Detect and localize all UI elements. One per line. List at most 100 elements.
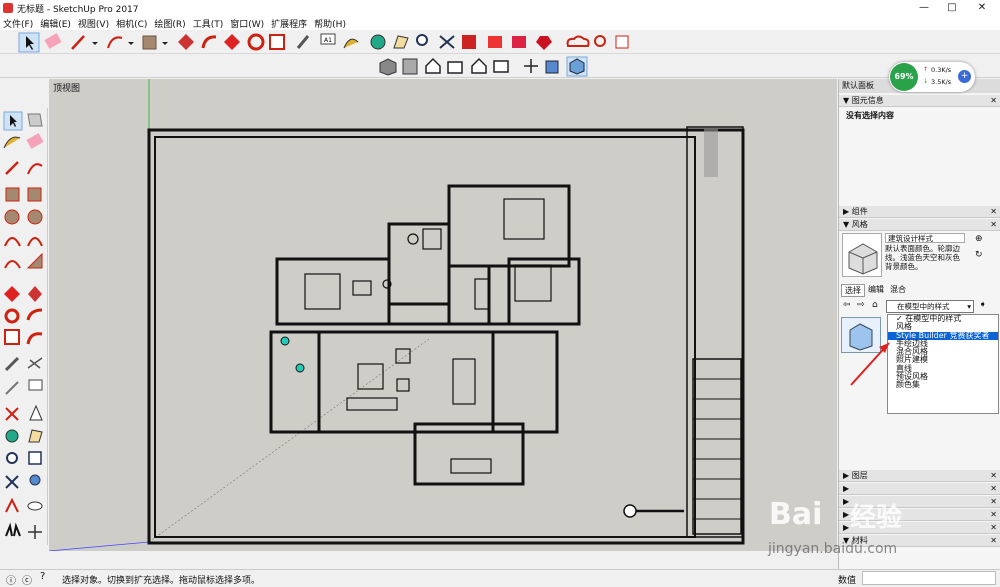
shape-icon xyxy=(142,35,157,50)
minimize-button[interactable]: — xyxy=(910,0,938,16)
eraser-icon xyxy=(26,133,44,149)
panel-close-icon[interactable]: ✕ xyxy=(990,535,997,547)
rotated-rectangle-icon xyxy=(27,187,42,202)
zoom-icon xyxy=(6,452,18,464)
pencil-icon xyxy=(71,35,85,50)
freehand-icon xyxy=(27,163,43,175)
entity-info-header[interactable]: ▼ 图元信息 ✕ xyxy=(839,95,1000,107)
push-pull-icon xyxy=(178,34,194,50)
style-collection-list: ✓ 在模型中的样式 风格 Style Builder 竞赛获奖者 手绘边线 混合… xyxy=(887,314,999,414)
previous-view-icon xyxy=(29,474,41,486)
zoom-icon xyxy=(416,34,428,46)
arc-icon xyxy=(107,36,123,49)
menu-edit[interactable]: 编辑(E) xyxy=(40,17,71,30)
chevron-down-icon: ▾ xyxy=(967,302,971,311)
menu-extensions[interactable]: 扩展程序 xyxy=(271,17,307,30)
back-arrow-icon[interactable]: ⇦ xyxy=(843,300,851,310)
dropdown-value: 在模型中的样式 xyxy=(897,302,950,311)
right-view-icon xyxy=(447,61,463,74)
tab-edit[interactable]: 编辑 xyxy=(865,284,887,297)
menu-window[interactable]: 窗口(W) xyxy=(230,17,264,30)
download-speed: 3.5K/s xyxy=(931,78,952,86)
credits-icon[interactable]: ⓒ xyxy=(22,572,32,587)
tab-select[interactable]: 选择 xyxy=(841,284,865,297)
rotate-icon xyxy=(247,33,265,51)
maximize-button[interactable]: □ xyxy=(938,0,966,16)
style-name-field[interactable]: 建筑设计样式 xyxy=(885,233,965,243)
iso-view-icon xyxy=(379,58,397,76)
details-arrow-icon[interactable]: ➧ xyxy=(979,300,987,310)
entity-info-content: 没有选择内容 xyxy=(846,111,894,120)
menu-help[interactable]: 帮助(H) xyxy=(314,17,346,30)
offset-icon xyxy=(26,332,43,345)
cloud-icon xyxy=(566,35,590,47)
update-style-icon[interactable]: ↻ xyxy=(975,250,983,260)
forward-arrow-icon[interactable]: ⇨ xyxy=(857,300,865,310)
layers-header[interactable]: ▶ 图层 ✕ xyxy=(839,470,1000,482)
panel-close-icon[interactable]: ✕ xyxy=(990,483,997,495)
panel-close-icon[interactable]: ✕ xyxy=(990,496,997,508)
paint-bucket-icon xyxy=(3,136,21,149)
home-icon[interactable]: ⌂ xyxy=(872,300,878,310)
menu-camera[interactable]: 相机(C) xyxy=(116,17,147,30)
help-icon[interactable]: ? xyxy=(40,571,45,582)
dropdown-option[interactable]: 颜色集 xyxy=(888,381,998,390)
geolocation-icon[interactable]: ⓘ xyxy=(6,572,16,587)
status-message: 选择对象。切换到扩充选择。拖动鼠标选择多项。 xyxy=(62,576,261,586)
two-point-arc-icon xyxy=(27,237,43,247)
watermark-url: jingyan.baidu.com xyxy=(768,541,898,557)
style-collection-dropdown[interactable]: 在模型中的样式 ▾ xyxy=(886,300,974,313)
pan-icon xyxy=(393,35,409,49)
menu-file[interactable]: 文件(F) xyxy=(3,17,33,30)
drawing-viewport[interactable]: 顶视图 Bai xyxy=(49,79,837,551)
svg-text:A1: A1 xyxy=(324,37,332,44)
scale-icon xyxy=(269,34,285,50)
look-around-icon xyxy=(27,501,43,511)
collapsed-panel-header[interactable]: ▶ ✕ xyxy=(839,483,1000,495)
panel-close-icon[interactable]: ✕ xyxy=(990,95,997,107)
move-icon xyxy=(224,34,240,50)
network-speed-widget[interactable]: 69% ↑ 0.3K/s ↓ 3.5K/s + xyxy=(889,62,975,92)
front-view-icon xyxy=(425,57,441,74)
panel-close-icon[interactable]: ✕ xyxy=(990,509,997,521)
menu-draw[interactable]: 绘图(R) xyxy=(154,17,185,30)
menu-tools[interactable]: 工具(T) xyxy=(193,17,224,30)
window-title: 无标题 - SketchUp Pro 2017 xyxy=(17,4,139,15)
views-toolbar xyxy=(0,54,1000,78)
back-view-icon xyxy=(471,57,487,74)
zoom-window-icon xyxy=(28,451,42,465)
panel-close-icon[interactable]: ✕ xyxy=(990,219,997,231)
cpu-usage-badge: 69% xyxy=(890,63,918,91)
measurements-input[interactable] xyxy=(862,571,996,585)
menu-view[interactable]: 视图(V) xyxy=(78,17,109,30)
arc-icon xyxy=(4,237,21,247)
close-button[interactable]: ✕ xyxy=(968,0,996,16)
section-plane-icon xyxy=(28,525,42,539)
upload-speed: 0.3K/s xyxy=(931,66,952,74)
annotation-arrow xyxy=(850,342,890,386)
extension-warehouse-icon xyxy=(488,36,502,48)
download-arrow-icon: ↓ xyxy=(923,78,929,85)
panel-close-icon[interactable]: ✕ xyxy=(990,470,997,482)
main-toolbar: A1 xyxy=(0,30,1000,54)
create-style-icon[interactable]: ⊕ xyxy=(975,234,983,244)
sketchup-app-icon xyxy=(3,3,13,13)
top-view-icon xyxy=(402,58,418,75)
title-bar: 无标题 - SketchUp Pro 2017 — □ ✕ xyxy=(0,0,1000,16)
3d-text-icon xyxy=(29,404,43,421)
plus-icon[interactable]: + xyxy=(958,70,971,83)
components-header[interactable]: ▶ 组件 ✕ xyxy=(839,206,1000,218)
zoom-extents-icon xyxy=(439,35,455,49)
follow-me-icon xyxy=(26,308,43,321)
entity-info-title: 图元信息 xyxy=(851,96,884,105)
tape-measure-icon xyxy=(4,356,20,372)
panel-close-icon[interactable]: ✕ xyxy=(990,522,997,534)
move-icon xyxy=(4,286,20,302)
tab-mix[interactable]: 混合 xyxy=(887,284,909,297)
layout-send-icon xyxy=(512,36,526,48)
protractor-icon xyxy=(5,381,19,395)
left-tool-palette xyxy=(0,108,48,545)
styles-header[interactable]: ▼ 风格 ✕ xyxy=(839,219,1000,231)
pie-icon xyxy=(26,252,43,269)
panel-close-icon[interactable]: ✕ xyxy=(990,206,997,218)
